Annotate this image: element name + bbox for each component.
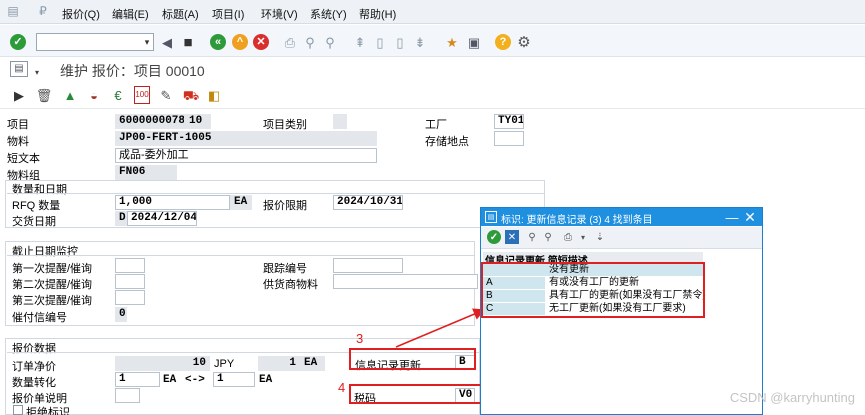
- popup-toolbar: ✓ ✕ ⚲ ⚲ ⎙ ▾ ⇣: [481, 227, 762, 249]
- chevron-down-icon[interactable]: ▾: [576, 230, 590, 244]
- watermark: CSDN @karryhunting: [729, 390, 855, 405]
- close-icon[interactable]: ✕: [743, 209, 757, 225]
- minimize-icon[interactable]: —: [725, 209, 739, 225]
- confirm-icon[interactable]: ✓: [487, 230, 501, 244]
- print-icon[interactable]: ⎙: [561, 230, 575, 244]
- f4-help-popup: ▤ 标识: 更新信息记录 (3) 4 找到条目 — ✕ ✓ ✕ ⚲ ⚲ ⎙ ▾ …: [480, 207, 763, 415]
- popup-titlebar: ▤ 标识: 更新信息记录 (3) 4 找到条目 — ✕: [481, 208, 762, 226]
- annotation-list-box: [481, 262, 705, 318]
- find-icon[interactable]: ⚲: [525, 230, 539, 244]
- popup-title: 标识: 更新信息记录 (3) 4 找到条目: [501, 215, 653, 226]
- find-next-icon[interactable]: ⚲: [541, 230, 555, 244]
- annotation-arrow: [395, 308, 486, 348]
- window-icon: ▤: [485, 211, 497, 223]
- sort-icon[interactable]: ⇣: [593, 230, 607, 244]
- cancel-x-icon[interactable]: ✕: [505, 230, 519, 244]
